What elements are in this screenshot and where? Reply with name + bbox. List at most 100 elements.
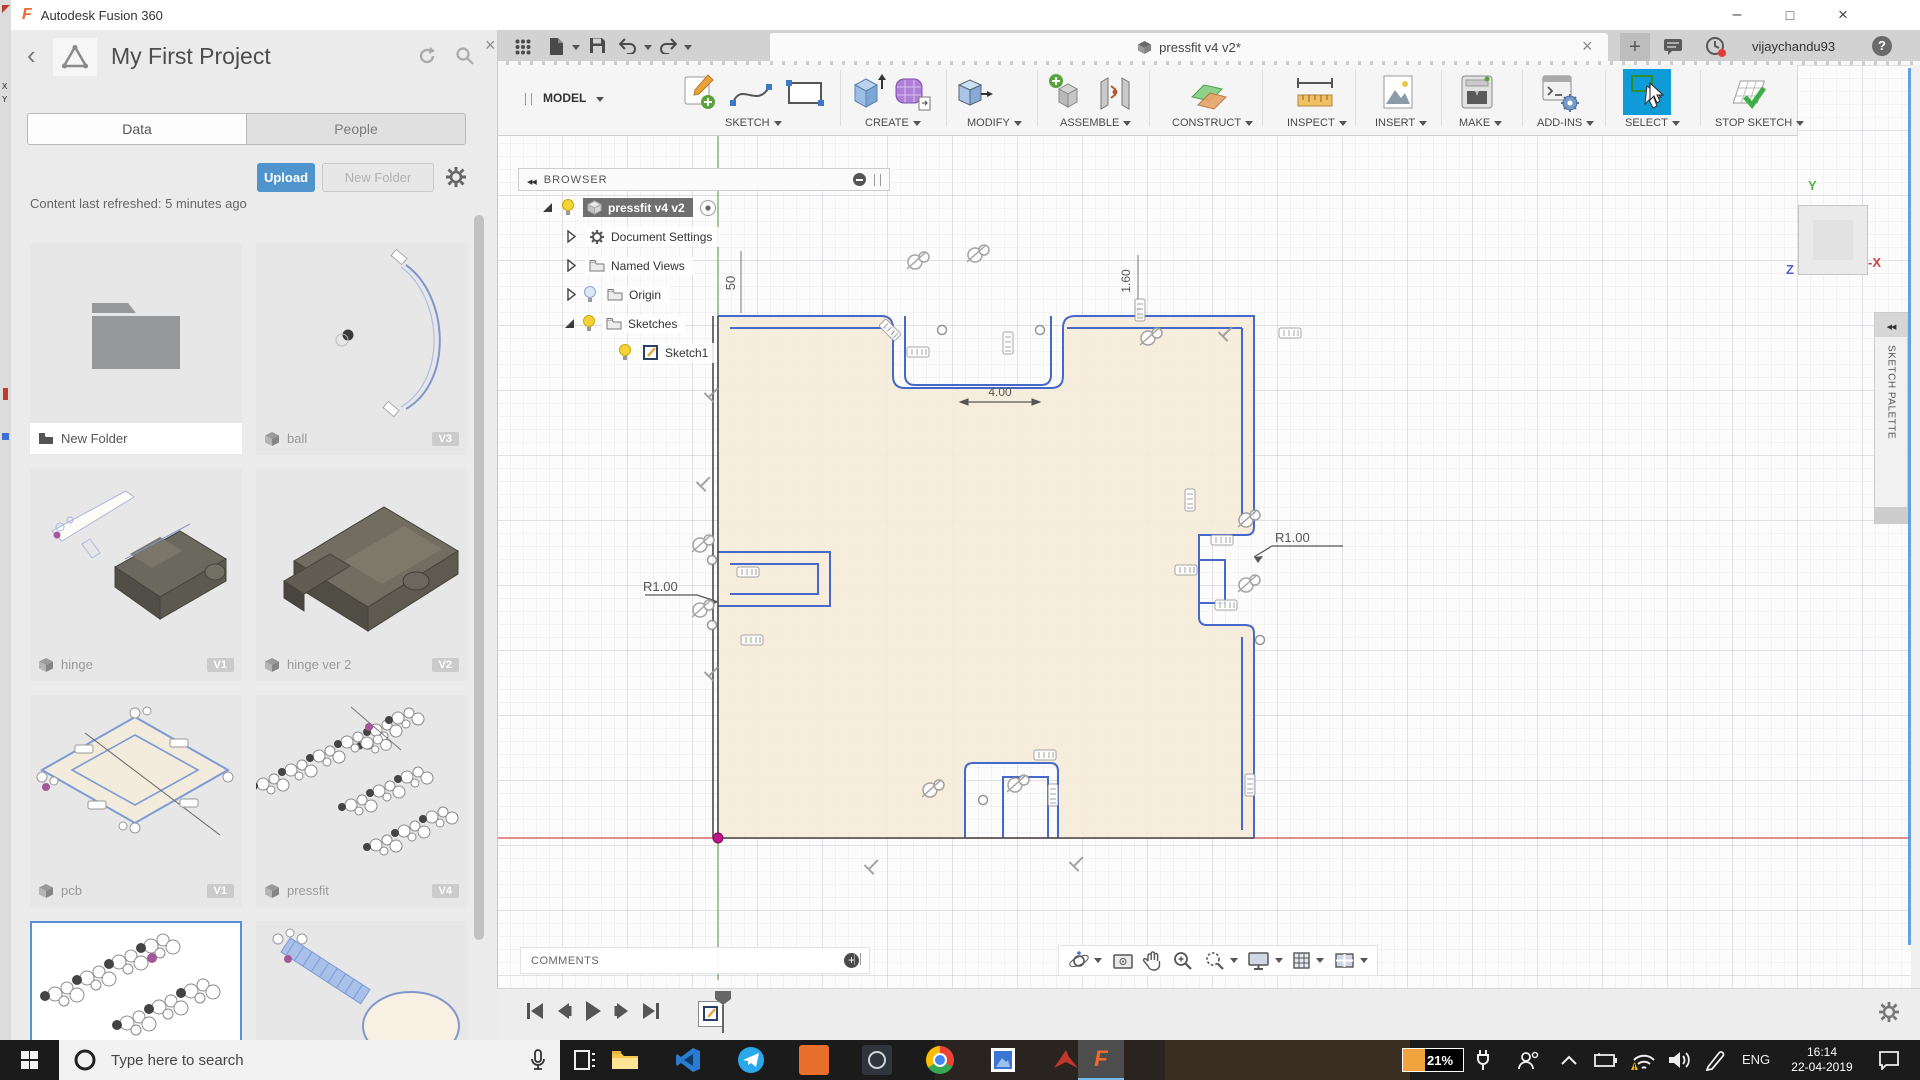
rectangle-tool-icon[interactable] xyxy=(785,79,825,107)
comments-bar[interactable]: COMMENTS xyxy=(520,947,870,974)
comments-bubble-icon[interactable] xyxy=(1663,38,1683,56)
new-folder-button[interactable]: New Folder xyxy=(322,163,434,192)
people-icon[interactable] xyxy=(1518,1050,1540,1070)
extrude-icon[interactable] xyxy=(849,73,887,113)
file-menu-icon[interactable] xyxy=(549,37,564,56)
clock-widget[interactable]: 16:14 22-04-2019 xyxy=(1784,1045,1860,1075)
collapsed-triangle-icon[interactable] xyxy=(566,288,576,301)
panel-scrollbar-thumb[interactable] xyxy=(474,215,484,940)
tree-row-sketch1[interactable]: Sketch1 xyxy=(518,340,890,365)
card-hinge[interactable]: hinge V1 xyxy=(30,469,242,681)
palette-expand-button[interactable] xyxy=(1875,313,1907,337)
timeline-play-icon[interactable] xyxy=(583,999,603,1023)
plug-icon[interactable] xyxy=(1475,1049,1491,1071)
tree-row-named-views[interactable]: Named Views xyxy=(518,253,890,278)
fit-caret[interactable] xyxy=(1230,958,1238,963)
tray-battery-icon[interactable] xyxy=(1594,1052,1618,1068)
help-icon[interactable] xyxy=(1872,36,1892,56)
minimize-button[interactable] xyxy=(1714,1,1760,30)
action-center-icon[interactable] xyxy=(1878,1050,1900,1070)
search-icon[interactable] xyxy=(455,46,475,66)
activate-radio-icon[interactable] xyxy=(699,199,717,217)
scripts-addins-icon[interactable] xyxy=(1540,73,1580,113)
undo-caret[interactable] xyxy=(644,45,652,50)
grid-snap-tool[interactable] xyxy=(1292,951,1324,971)
group-label-construct[interactable]: CONSTRUCT xyxy=(1172,117,1253,129)
battery-widget[interactable]: 21% xyxy=(1402,1048,1464,1072)
speaker-icon[interactable] xyxy=(1668,1049,1692,1071)
joint-icon[interactable] xyxy=(1095,73,1135,113)
viewcube[interactable]: TOP xyxy=(1798,205,1868,275)
tab-people[interactable]: People xyxy=(246,114,465,144)
palette-scrollbar-thumb[interactable] xyxy=(1875,507,1907,523)
refresh-icon[interactable] xyxy=(417,46,437,66)
data-panel-grid-icon[interactable] xyxy=(515,39,531,55)
3d-print-icon[interactable] xyxy=(1459,73,1497,113)
sketch-origin-point[interactable] xyxy=(713,833,723,843)
taskbar-telegram[interactable] xyxy=(729,1040,773,1080)
language-indicator[interactable]: ENG xyxy=(1742,1052,1770,1067)
close-panel-icon[interactable] xyxy=(485,35,496,56)
document-tab-active[interactable]: pressfit v4 v2* xyxy=(770,33,1608,62)
group-label-create[interactable]: CREATE xyxy=(865,117,921,129)
card-pressfit[interactable]: pressfit V4 xyxy=(256,695,467,907)
taskbar-fusion360-active[interactable]: F xyxy=(1078,1040,1124,1080)
card-pressfit-v5-selected[interactable] xyxy=(30,921,242,1040)
fit-tool[interactable] xyxy=(1204,950,1238,972)
tree-row-document-settings[interactable]: Document Settings xyxy=(518,224,890,249)
zoom-icon[interactable] xyxy=(1172,950,1194,972)
row-pill[interactable]: Origin xyxy=(603,286,669,304)
wifi-warning-icon[interactable] xyxy=(1630,1048,1656,1072)
card-new-folder[interactable]: New Folder xyxy=(30,243,242,455)
microphone-icon[interactable] xyxy=(530,1049,546,1071)
visibility-bulb-icon[interactable] xyxy=(582,315,596,332)
orbit-tool[interactable] xyxy=(1068,950,1102,972)
row-pill[interactable]: Sketches xyxy=(602,315,685,333)
workspace-caret[interactable] xyxy=(596,97,604,102)
viewports-tool[interactable] xyxy=(1334,952,1368,970)
visibility-bulb-off-icon[interactable] xyxy=(583,286,597,303)
user-account-name[interactable]: vijaychandu93 xyxy=(1752,39,1835,54)
expanded-triangle-icon[interactable] xyxy=(542,202,553,213)
card-pcb[interactable]: pcb V1 xyxy=(30,695,242,907)
new-component-icon[interactable] xyxy=(1047,73,1087,113)
browser-grip[interactable] xyxy=(874,174,881,186)
close-tab-icon[interactable] xyxy=(1582,36,1593,57)
browser-minimize-icon[interactable] xyxy=(853,173,866,186)
group-label-modify[interactable]: MODIFY xyxy=(967,117,1022,129)
search-input[interactable] xyxy=(109,1051,473,1070)
measure-icon[interactable] xyxy=(1294,75,1336,111)
taskbar-vscode[interactable] xyxy=(666,1040,710,1080)
redo-icon[interactable] xyxy=(659,38,677,54)
group-label-select[interactable]: SELECT xyxy=(1625,117,1680,129)
group-label-make[interactable]: MAKE xyxy=(1459,117,1502,129)
ribbon-grip[interactable] xyxy=(525,93,532,105)
timeline-step-back-icon[interactable] xyxy=(555,1001,573,1021)
back-button[interactable] xyxy=(27,40,36,71)
group-label-sketch[interactable]: SKETCH xyxy=(725,117,782,129)
viewcube-face-label[interactable]: TOP xyxy=(1814,230,1852,250)
taskbar-orange-app[interactable] xyxy=(792,1040,836,1080)
tab-data[interactable]: Data xyxy=(28,114,246,144)
timeline-step-forward-icon[interactable] xyxy=(613,1001,631,1021)
row-pill[interactable]: Document Settings xyxy=(585,227,720,247)
collapsed-triangle-icon[interactable] xyxy=(566,230,576,243)
undo-icon[interactable] xyxy=(619,38,637,54)
panel-settings-gear-icon[interactable] xyxy=(445,166,467,188)
timeline-settings-gear-icon[interactable] xyxy=(1878,1001,1900,1023)
visibility-bulb-icon[interactable] xyxy=(618,344,632,361)
orbit-caret[interactable] xyxy=(1094,958,1102,963)
hidden-icons-chevron[interactable] xyxy=(1560,1054,1578,1066)
grid-caret[interactable] xyxy=(1316,958,1324,963)
display-caret[interactable] xyxy=(1275,958,1283,963)
tree-row-origin[interactable]: Origin xyxy=(518,282,890,307)
taskbar-file-explorer[interactable] xyxy=(603,1040,647,1080)
timeline-go-start-icon[interactable] xyxy=(525,1001,545,1021)
task-view-icon[interactable] xyxy=(574,1050,596,1070)
tree-row-sketches[interactable]: Sketches xyxy=(518,311,890,336)
taskbar-search[interactable] xyxy=(59,1040,560,1080)
group-label-inspect[interactable]: INSPECT xyxy=(1287,117,1347,129)
upload-button[interactable]: Upload xyxy=(257,163,315,192)
group-label-stop-sketch[interactable]: STOP SKETCH xyxy=(1715,117,1804,129)
tree-row-root[interactable]: pressfit v4 v2 xyxy=(518,195,890,220)
